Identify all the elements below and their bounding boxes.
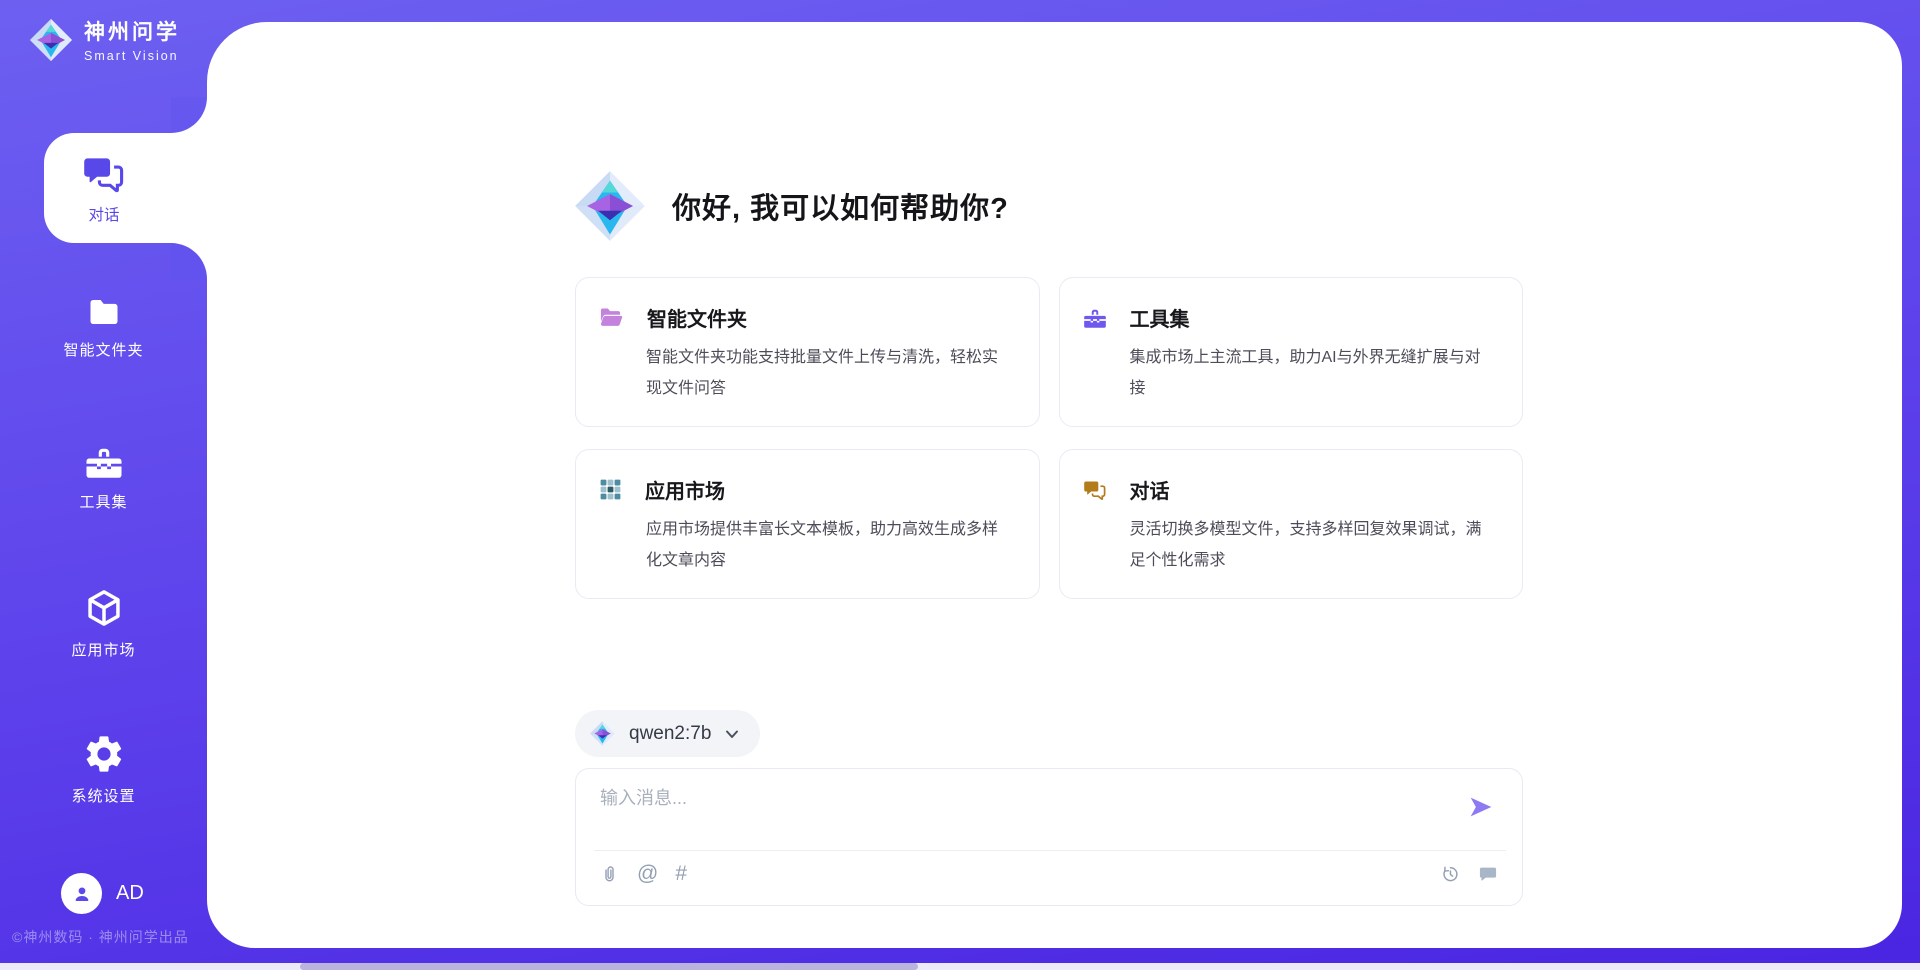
card-description: 应用市场提供丰富长文本模板，助力高效生成多样化文章内容: [646, 514, 1011, 576]
sidebar-item-smart-folder[interactable]: 智能文件夹: [0, 294, 207, 360]
tab-top-fillet: [171, 97, 207, 133]
composer-divider: [594, 850, 1506, 851]
avatar: [61, 873, 102, 914]
grid-icon: [598, 477, 623, 502]
gem-diamond-logo-icon: [589, 720, 616, 747]
card-chat[interactable]: 对话 灵活切换多模型文件，支持多样回复效果调试，满足个性化需求: [1059, 449, 1524, 599]
sidebar-item-toolset-label: 工具集: [79, 491, 127, 512]
send-icon: [1466, 792, 1496, 822]
attach-file-button[interactable]: [599, 862, 620, 886]
topic-button[interactable]: #: [675, 863, 687, 885]
brand-subtitle: Smart Vision: [84, 49, 180, 63]
sidebar-item-app-market-label: 应用市场: [71, 639, 135, 660]
sidebar-item-toolset[interactable]: 工具集: [0, 442, 207, 512]
history-button[interactable]: [1439, 863, 1461, 885]
horizontal-scrollbar-track[interactable]: [0, 963, 1920, 970]
brand-logo: 神州问学 Smart Vision: [28, 16, 180, 63]
hash-icon: #: [675, 863, 687, 885]
person-icon: [70, 882, 94, 906]
paperclip-icon: [599, 862, 620, 886]
card-title: 应用市场: [645, 475, 725, 504]
toolbox-icon: [83, 442, 125, 482]
sidebar-item-smart-folder-label: 智能文件夹: [63, 339, 143, 360]
conversation-button[interactable]: [1477, 863, 1499, 885]
card-smart-folder[interactable]: 智能文件夹 智能文件夹功能支持批量文件上传与清洗，轻松实现文件问答: [575, 277, 1040, 427]
card-title: 工具集: [1130, 303, 1190, 332]
briefcase-icon: [1082, 306, 1108, 330]
card-title: 对话: [1130, 475, 1170, 504]
card-title: 智能文件夹: [647, 303, 747, 332]
folder-open-icon: [598, 305, 625, 330]
send-button[interactable]: [1465, 792, 1497, 824]
sidebar-item-chat[interactable]: 对话: [44, 133, 211, 243]
user-account[interactable]: AD: [61, 873, 144, 914]
card-description: 集成市场上主流工具，助力AI与外界无缝扩展与对接: [1130, 342, 1495, 404]
card-description: 灵活切换多模型文件，支持多样回复效果调试，满足个性化需求: [1130, 514, 1495, 576]
sidebar-item-chat-label: 对话: [88, 203, 119, 225]
message-input[interactable]: [600, 784, 1450, 842]
horizontal-scrollbar-thumb[interactable]: [300, 963, 918, 970]
chat-bubble-icon: [1477, 863, 1499, 885]
sidebar-item-settings[interactable]: 系统设置: [0, 732, 207, 806]
greeting-title: 你好, 我可以如何帮助你?: [672, 185, 1009, 227]
tab-bottom-fillet: [171, 243, 207, 279]
cube-icon: [82, 586, 126, 630]
gem-diamond-logo-icon: [572, 168, 648, 244]
sidebar-item-app-market[interactable]: 应用市场: [0, 586, 207, 660]
model-selector[interactable]: qwen2:7b: [575, 710, 760, 757]
sidebar-footer-text: ©神州数码 · 神州问学出品: [12, 927, 189, 947]
chevron-down-icon: [724, 726, 740, 742]
message-composer: @ #: [575, 768, 1523, 906]
user-name: AD: [116, 882, 144, 905]
brand-name: 神州问学: [84, 16, 180, 46]
feature-cards: 智能文件夹 智能文件夹功能支持批量文件上传与清洗，轻松实现文件问答 工具集 集成…: [575, 277, 1523, 599]
card-description: 智能文件夹功能支持批量文件上传与清洗，轻松实现文件问答: [646, 342, 1011, 404]
greeting-block: 你好, 我可以如何帮助你?: [572, 168, 1009, 244]
gem-diamond-logo-icon: [28, 17, 74, 63]
chat-bubbles-icon: [81, 152, 127, 196]
model-selector-value: qwen2:7b: [629, 723, 711, 745]
folder-icon: [83, 294, 125, 330]
sidebar-item-settings-label: 系统设置: [71, 785, 135, 806]
at-icon: @: [637, 863, 658, 885]
card-app-market[interactable]: 应用市场 应用市场提供丰富长文本模板，助力高效生成多样化文章内容: [575, 449, 1040, 599]
history-icon: [1439, 863, 1461, 885]
card-toolset[interactable]: 工具集 集成市场上主流工具，助力AI与外界无缝扩展与对接: [1059, 277, 1524, 427]
gear-icon: [82, 732, 126, 776]
mention-button[interactable]: @: [637, 863, 658, 885]
chat-bubbles-icon: [1082, 478, 1108, 502]
